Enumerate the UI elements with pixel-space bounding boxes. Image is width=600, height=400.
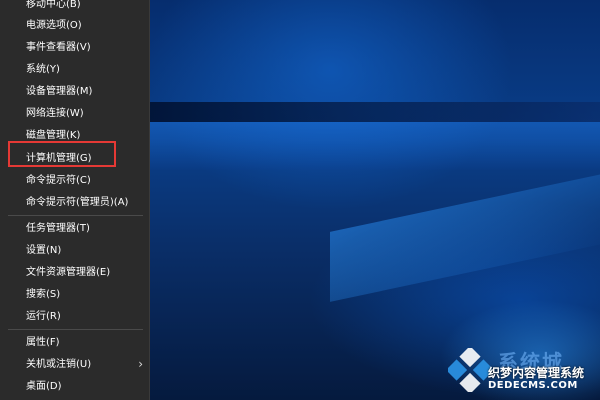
menu-item-settings[interactable]: 设置(N) [26, 244, 61, 258]
menu-item-run[interactable]: 运行(R) [26, 310, 61, 324]
menu-item-command-prompt[interactable]: 命令提示符(C) [26, 174, 91, 188]
menu-separator [8, 329, 143, 330]
menu-item-mobility-center[interactable]: 移动中心(B) [26, 0, 81, 12]
menu-item-properties[interactable]: 属性(F) [26, 336, 60, 350]
menu-item-shutdown-signout[interactable]: 关机或注销(U) [26, 358, 91, 372]
wallpaper-beam-dark [150, 102, 600, 122]
windows-logo-icon [448, 348, 492, 392]
watermark-url: DEDECMS.COM [488, 380, 578, 391]
menu-item-device-manager[interactable]: 设备管理器(M) [26, 85, 92, 99]
chevron-right-icon: › [138, 357, 143, 371]
menu-item-command-prompt-admin[interactable]: 命令提示符(管理员)(A) [26, 196, 128, 210]
menu-item-event-viewer[interactable]: 事件查看器(V) [26, 41, 91, 55]
menu-item-desktop[interactable]: 桌面(D) [26, 380, 62, 394]
menu-item-power-options[interactable]: 电源选项(O) [26, 19, 82, 33]
menu-item-search[interactable]: 搜索(S) [26, 288, 60, 302]
wallpaper-beam-light [150, 122, 600, 170]
menu-separator [8, 215, 143, 216]
watermark-subtitle: 织梦内容管理系统 [488, 366, 585, 380]
winx-context-menu: 移动中心(B) 电源选项(O) 事件查看器(V) 系统(Y) 设备管理器(M) … [0, 0, 150, 400]
highlight-box [8, 141, 116, 167]
menu-item-system[interactable]: 系统(Y) [26, 63, 60, 77]
menu-item-network-connections[interactable]: 网络连接(W) [26, 107, 84, 121]
watermark: 系统城 织梦内容管理系统 DEDECMS.COM [448, 340, 600, 400]
menu-item-task-manager[interactable]: 任务管理器(T) [26, 222, 90, 236]
wallpaper-beam-diagonal [330, 168, 600, 302]
menu-item-file-explorer[interactable]: 文件资源管理器(E) [26, 266, 110, 280]
